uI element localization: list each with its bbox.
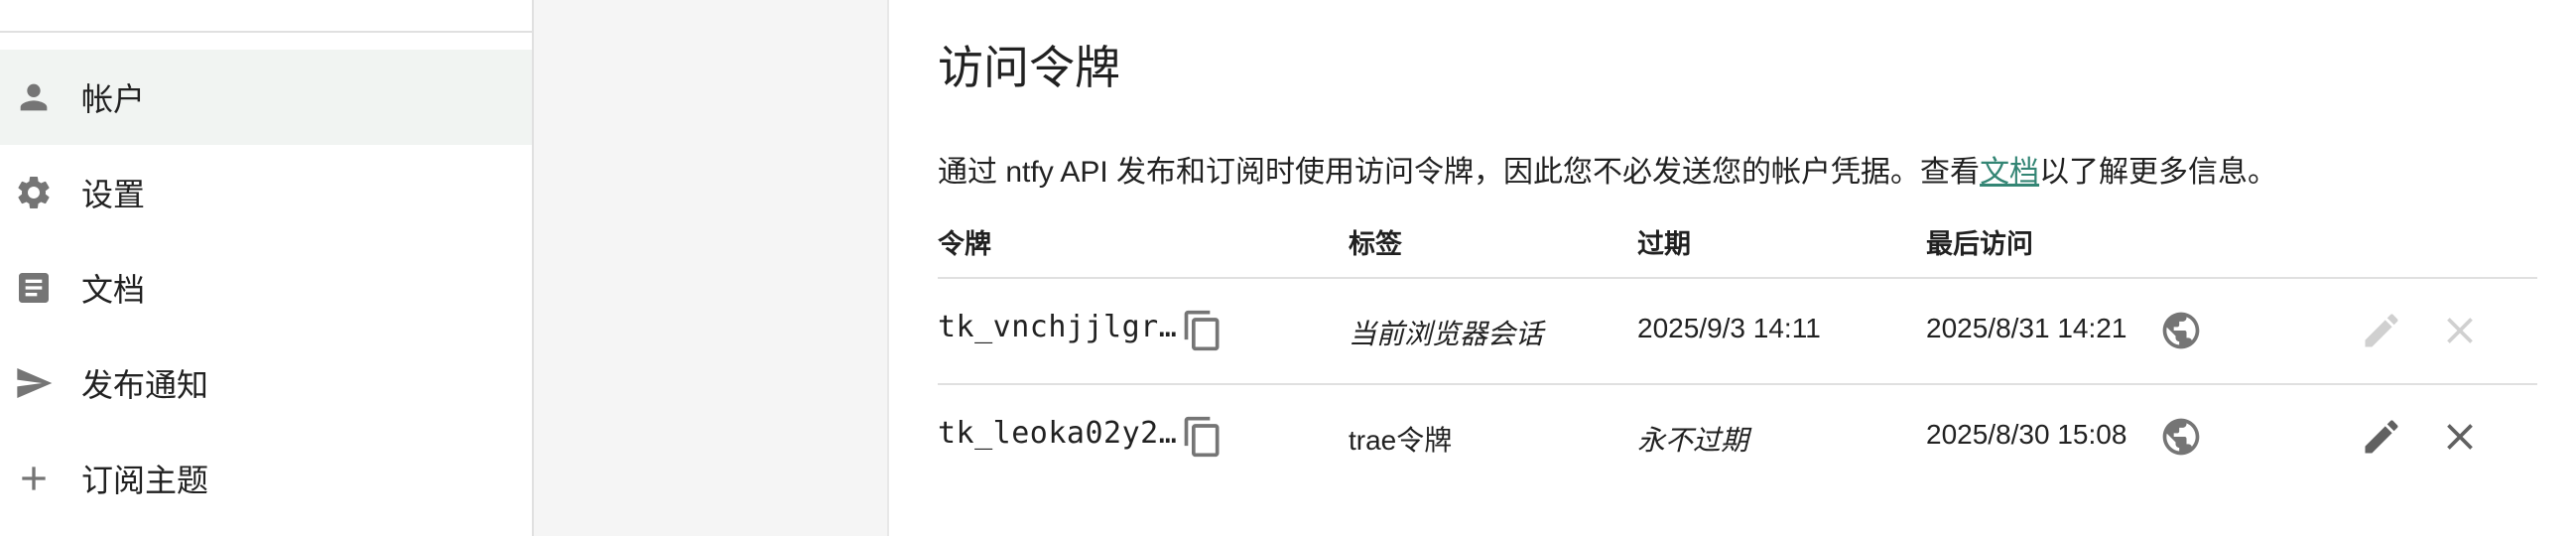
sidebar-item-subscribe[interactable]: 订阅主题: [0, 431, 532, 526]
article-icon: [14, 268, 54, 308]
globe-icon[interactable]: [2159, 309, 2203, 352]
sidebar-item-publish[interactable]: 发布通知: [0, 335, 532, 431]
header-divider: [938, 277, 2537, 279]
copy-icon[interactable]: [1181, 309, 1224, 352]
sidebar-item-docs[interactable]: 文档: [0, 240, 532, 335]
sidebar-item-label: 文档: [81, 272, 146, 308]
access-tokens-card: 访问令牌 通过 ntfy API 发布和订阅时使用访问令牌，因此您不必发送您的帐…: [887, 0, 2576, 536]
sidebar-item-label: 帐户: [81, 81, 146, 117]
send-icon: [14, 363, 54, 403]
column-header-last-access: 最后访问: [1926, 229, 2033, 259]
sidebar: 帐户 设置 文档 发布通知 订阅主题: [0, 0, 534, 536]
sidebar-item-label: 订阅主题: [81, 463, 209, 498]
card-description: 通过 ntfy API 发布和订阅时使用访问令牌，因此您不必发送您的帐户凭据。查…: [938, 147, 2277, 191]
edit-icon[interactable]: [2360, 415, 2403, 459]
edit-icon[interactable]: [2360, 309, 2403, 352]
token-label: trae令牌: [1349, 425, 1453, 456]
row-divider: [938, 383, 2537, 385]
globe-icon[interactable]: [2159, 415, 2203, 459]
column-header-token: 令牌: [938, 229, 991, 259]
token-label: 当前浏览器会话: [1349, 319, 1544, 349]
column-header-expires: 过期: [1637, 229, 1691, 259]
plus-icon: [14, 459, 54, 498]
card-title: 访问令牌: [938, 42, 1120, 93]
token-expires: 2025/9/3 14:11: [1637, 313, 1821, 343]
token-expires: 永不过期: [1637, 425, 1749, 456]
token-last-access: 2025/8/31 14:21: [1926, 313, 2127, 343]
close-icon[interactable]: [2438, 309, 2482, 352]
desc-text-end: 以了解更多信息。: [2039, 156, 2278, 189]
sidebar-item-settings[interactable]: 设置: [0, 145, 532, 240]
close-icon[interactable]: [2438, 415, 2482, 459]
sidebar-item-label: 设置: [81, 177, 146, 212]
token-last-access: 2025/8/30 15:08: [1926, 419, 2127, 450]
person-icon: [14, 77, 54, 117]
gear-icon: [14, 173, 54, 212]
content-background: [534, 0, 887, 536]
docs-link[interactable]: 文档: [1980, 156, 2039, 189]
copy-icon[interactable]: [1181, 415, 1224, 459]
token-value: tk_leoka02y2…: [938, 416, 1178, 451]
sidebar-divider: [0, 31, 532, 33]
desc-text: 通过 ntfy API 发布和订阅时使用访问令牌，因此您不必发送您的帐户凭据。查…: [938, 156, 1981, 189]
sidebar-item-label: 发布通知: [81, 367, 209, 403]
sidebar-item-account[interactable]: 帐户: [0, 50, 532, 145]
token-value: tk_vnchjjlgr…: [938, 310, 1178, 344]
column-header-label: 标签: [1349, 229, 1402, 259]
